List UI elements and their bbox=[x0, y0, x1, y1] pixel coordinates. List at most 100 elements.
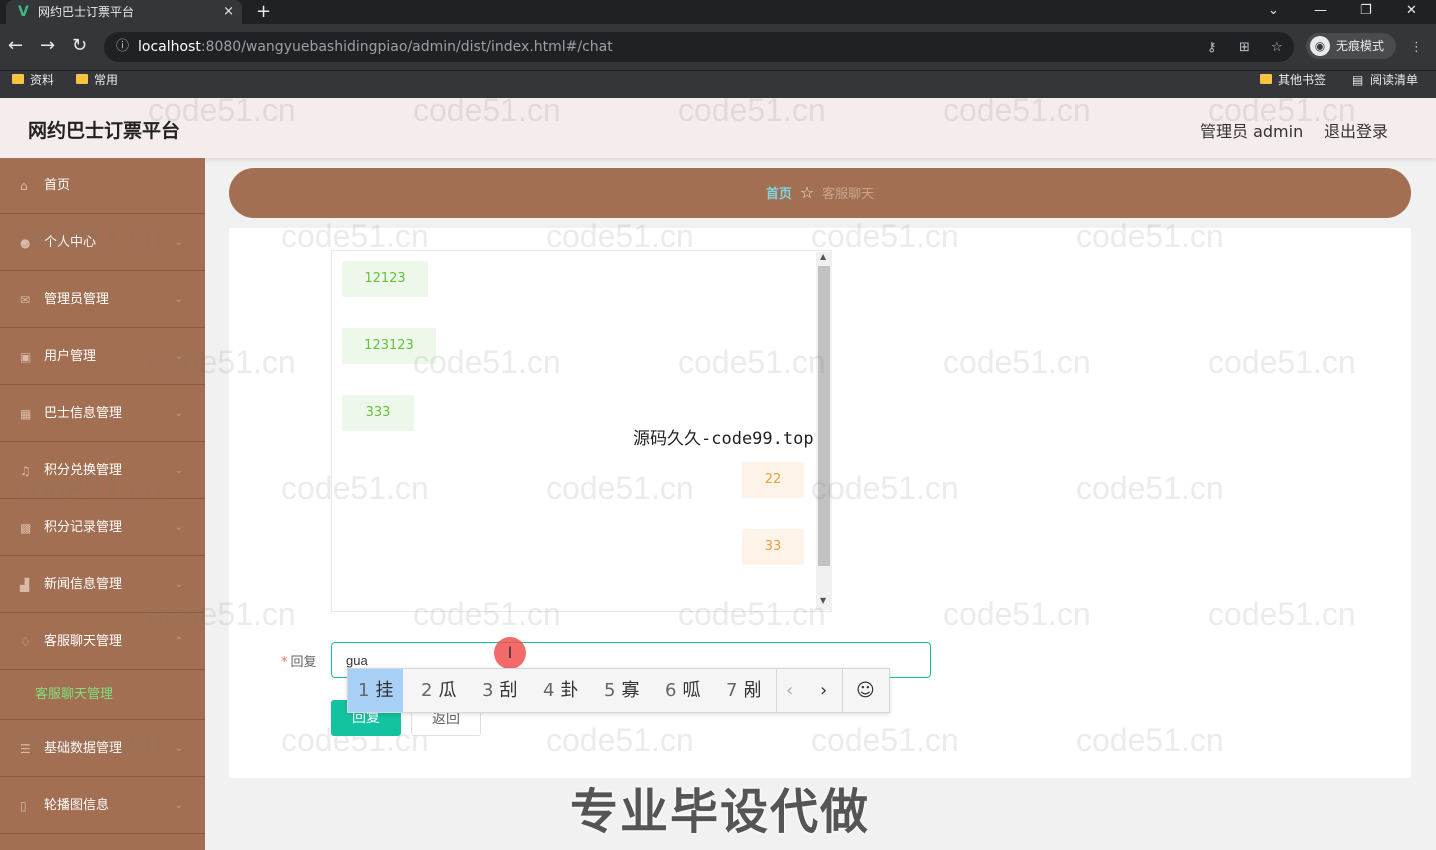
bottom-watermark: 专业毕设代做 bbox=[570, 784, 871, 840]
ime-candidate[interactable]: 1挂 bbox=[348, 669, 404, 712]
scroll-up-arrow-icon[interactable]: ▲ bbox=[820, 252, 826, 261]
minimize-icon[interactable]: — bbox=[1314, 0, 1327, 22]
ime-candidate-window: 1挂 2瓜 3刮 4卦 5寡 6呱 7剐 ‹ › ☺ bbox=[347, 668, 890, 713]
sidebar-item-user-management[interactable]: ▣ 用户管理 ⌄ bbox=[0, 329, 205, 385]
sidebar-subitem-chat[interactable]: 客服聊天管理 bbox=[0, 670, 205, 720]
ime-candidate-char: 挂 bbox=[375, 680, 394, 701]
ime-candidate[interactable]: 6呱 bbox=[655, 669, 710, 712]
chat-scrollbar[interactable]: ▲ ▼ bbox=[816, 252, 832, 610]
chevron-down-icon: ⌄ bbox=[174, 351, 183, 362]
sidebar-item-label: 积分兑换管理 bbox=[44, 463, 123, 478]
breadcrumb-current: 客服聊天 bbox=[822, 187, 875, 202]
ime-candidate-number: 1 bbox=[358, 680, 370, 701]
ime-candidate[interactable]: 4卦 bbox=[533, 669, 588, 712]
sidebar: ⌂ 首页 ● 个人中心 ⌄ ✉ 管理员管理 ⌄ ▣ 用户管理 ⌄ ▦ 巴士信息管理 ⌄ ♫ 积分兑换… bbox=[0, 158, 205, 850]
folder-icon bbox=[76, 74, 88, 84]
sidebar-item-points-record[interactable]: ▩ 积分记录管理 ⌄ bbox=[0, 500, 205, 556]
other-bookmarks-label: 其他书签 bbox=[1278, 73, 1327, 87]
ime-emoji-icon[interactable]: ☺ bbox=[856, 669, 875, 712]
grid-icon: ▩ bbox=[20, 521, 32, 535]
sidebar-item-news[interactable]: ▟ 新闻信息管理 ⌄ bbox=[0, 557, 205, 613]
back-icon[interactable]: ← bbox=[8, 34, 23, 58]
reading-list[interactable]: ▤ 阅读清单 bbox=[1350, 71, 1418, 89]
sidebar-item-label: 新闻信息管理 bbox=[44, 577, 123, 592]
home-icon: ⌂ bbox=[20, 179, 28, 193]
reading-list-label: 阅读清单 bbox=[1370, 73, 1419, 87]
list-icon: ☰ bbox=[20, 742, 31, 756]
mic-icon: ♫ bbox=[20, 464, 31, 478]
ime-next-page-icon[interactable]: › bbox=[820, 669, 827, 712]
url-path: :8080/wangyuebashidingpiao/admin/dist/in… bbox=[200, 39, 613, 55]
center-watermark: 源码久久-code99.top bbox=[633, 429, 814, 449]
chevron-down-icon: ⌄ bbox=[174, 522, 183, 533]
required-asterisk: * bbox=[281, 655, 288, 670]
ime-candidate-number: 6 bbox=[665, 680, 677, 701]
key-icon[interactable]: ⚷ bbox=[1207, 40, 1217, 55]
folder-icon bbox=[12, 74, 24, 84]
logout-link[interactable]: 退出登录 bbox=[1324, 118, 1388, 142]
admin-user-label: 管理员 admin bbox=[1200, 122, 1304, 141]
menu-dots-icon[interactable]: ⋮ bbox=[1410, 40, 1423, 55]
ime-candidate-number: 5 bbox=[604, 680, 616, 701]
sidebar-item-personal-center[interactable]: ● 个人中心 ⌄ bbox=[0, 215, 205, 271]
browser-tab[interactable]: V 网约巴士订票平台 × bbox=[6, 0, 242, 24]
sidebar-item-home[interactable]: ⌂ 首页 bbox=[0, 158, 205, 214]
sidebar-item-label: 用户管理 bbox=[44, 349, 97, 364]
window-close-icon[interactable]: ✕ bbox=[1406, 0, 1417, 22]
bus-icon: ▦ bbox=[20, 407, 32, 421]
sidebar-item-chat-management[interactable]: ♢ 客服聊天管理 ⌃ bbox=[0, 614, 205, 670]
chevron-down-icon: ⌄ bbox=[174, 237, 183, 248]
ime-divider bbox=[776, 669, 777, 712]
reading-list-icon: ▤ bbox=[1352, 73, 1364, 87]
chat-message-right: 22 bbox=[742, 462, 804, 498]
ime-candidate[interactable]: 3刮 bbox=[472, 669, 527, 712]
bookmark-folder[interactable]: 常用 bbox=[74, 71, 118, 89]
ime-candidate[interactable]: 7剐 bbox=[716, 669, 771, 712]
ime-candidate-number: 4 bbox=[543, 680, 555, 701]
other-bookmarks[interactable]: 其他书签 bbox=[1258, 71, 1326, 89]
bookmark-label: 常用 bbox=[94, 73, 119, 87]
incognito-badge[interactable]: ◉ 无痕模式 bbox=[1306, 33, 1396, 59]
translate-icon[interactable]: ⊞ bbox=[1239, 40, 1250, 55]
reload-icon[interactable]: ↻ bbox=[72, 34, 87, 58]
app-header: 网约巴士订票平台 管理员 admin 退出登录 bbox=[0, 98, 1436, 158]
chart-icon: ▟ bbox=[20, 578, 30, 592]
bookmarks-bar: 资料 常用 其他书签 ▤ 阅读清单 bbox=[0, 70, 1436, 98]
ime-candidate-number: 7 bbox=[726, 680, 738, 701]
scroll-thumb[interactable] bbox=[818, 266, 830, 566]
ime-candidate[interactable]: 5寡 bbox=[594, 669, 649, 712]
sidebar-item-label: 管理员管理 bbox=[44, 292, 110, 307]
sidebar-item-label: 轮播图信息 bbox=[44, 798, 110, 813]
forward-icon[interactable]: → bbox=[40, 34, 55, 58]
sidebar-item-label: 个人中心 bbox=[44, 235, 97, 250]
sidebar-item-base-data[interactable]: ☰ 基础数据管理 ⌄ bbox=[0, 721, 205, 777]
ime-prev-page-icon[interactable]: ‹ bbox=[786, 669, 793, 712]
vue-favicon-icon: V bbox=[18, 4, 29, 20]
chat-message-right: 33 bbox=[742, 529, 804, 565]
sidebar-item-carousel[interactable]: ▯ 轮播图信息 ⌄ bbox=[0, 778, 205, 834]
phone-icon: ▯ bbox=[20, 799, 27, 813]
address-bar[interactable]: ⓘ localhost:8080/wangyuebashidingpiao/ad… bbox=[104, 32, 1294, 62]
sidebar-item-admin-management[interactable]: ✉ 管理员管理 ⌄ bbox=[0, 272, 205, 328]
scroll-down-arrow-icon[interactable]: ▼ bbox=[820, 596, 826, 605]
incognito-icon: ◉ bbox=[1310, 36, 1330, 56]
chevron-down-icon: ⌄ bbox=[174, 579, 183, 590]
tab-search-icon[interactable]: ⌄ bbox=[1268, 0, 1279, 22]
bookmark-folder[interactable]: 资料 bbox=[10, 71, 54, 89]
ime-candidate-number: 2 bbox=[421, 680, 433, 701]
ime-candidate[interactable]: 2瓜 bbox=[411, 669, 466, 712]
browser-tab-strip: V 网约巴士订票平台 × + ⌄ — ❐ ✕ bbox=[0, 0, 1436, 24]
info-icon[interactable]: ⓘ bbox=[116, 32, 129, 62]
users-icon: ▣ bbox=[20, 350, 32, 364]
sidebar-item-points-exchange[interactable]: ♫ 积分兑换管理 ⌄ bbox=[0, 443, 205, 499]
new-tab-button[interactable]: + bbox=[256, 0, 271, 24]
breadcrumb-home[interactable]: 首页 bbox=[766, 187, 792, 202]
tab-close-icon[interactable]: × bbox=[223, 0, 234, 24]
chevron-down-icon: ⌄ bbox=[174, 800, 183, 811]
tab-title: 网约巴士订票平台 bbox=[38, 5, 135, 19]
restore-icon[interactable]: ❐ bbox=[1360, 0, 1372, 22]
app-title: 网约巴士订票平台 bbox=[28, 120, 181, 142]
bookmark-star-icon[interactable]: ☆ bbox=[1271, 40, 1283, 55]
chevron-down-icon: ⌄ bbox=[174, 408, 183, 419]
sidebar-item-bus-info[interactable]: ▦ 巴士信息管理 ⌄ bbox=[0, 386, 205, 442]
